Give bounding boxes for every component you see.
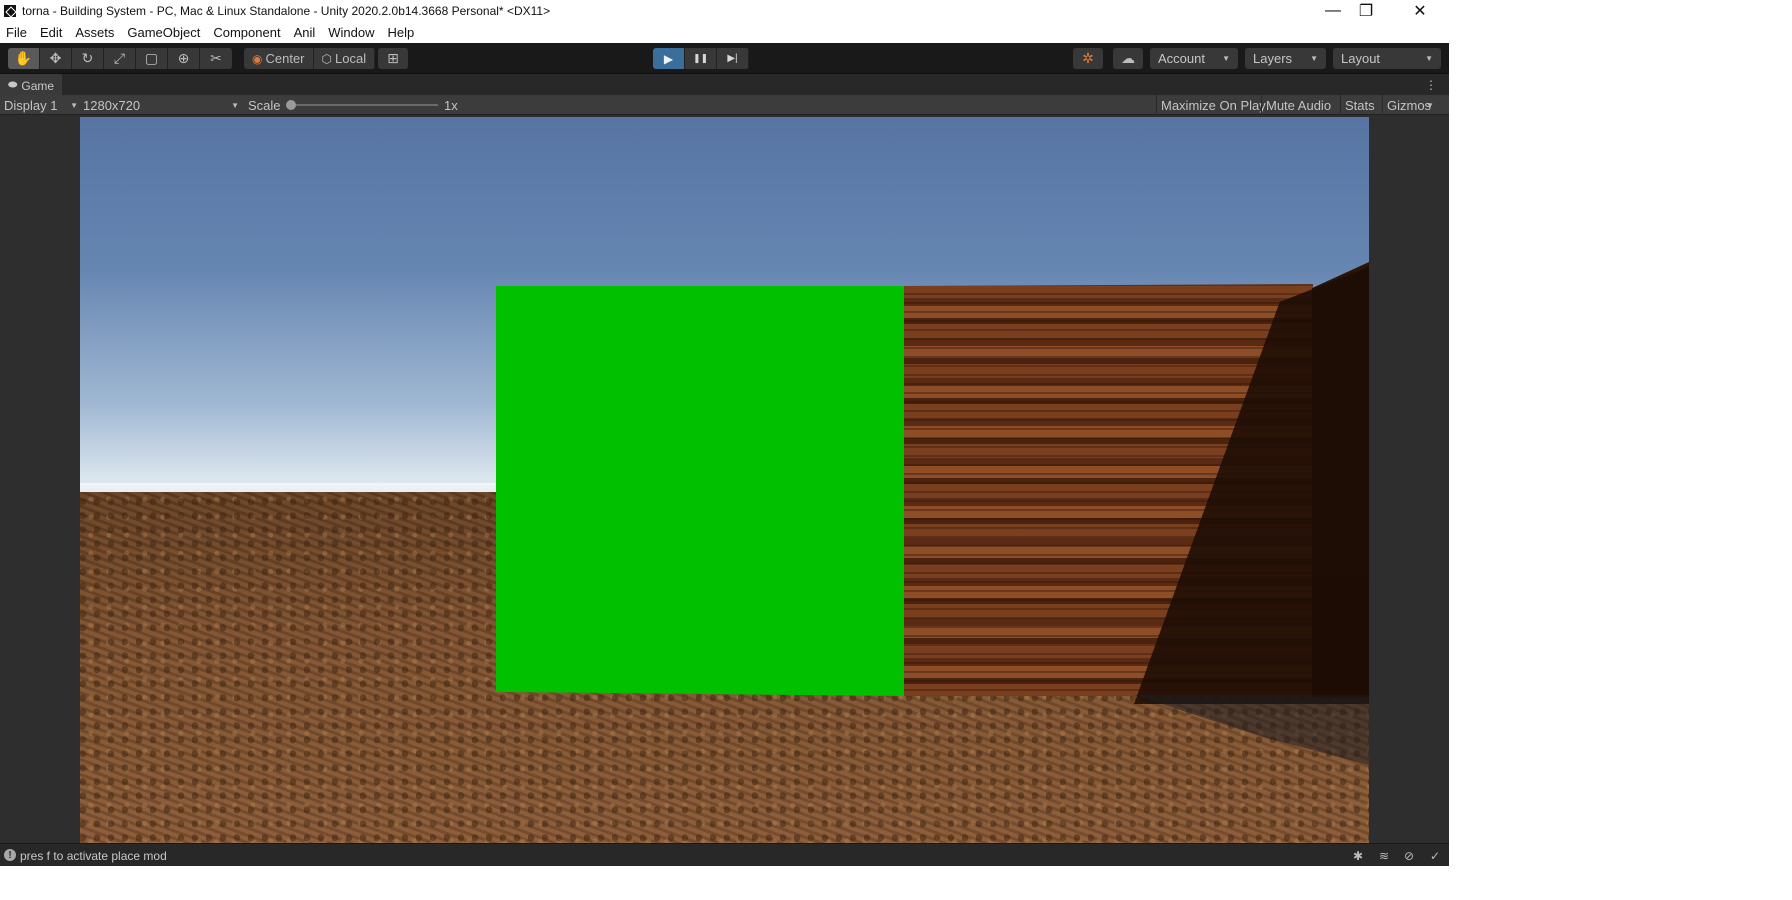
playmode-controls: ▶ ❚❚ ▶| (653, 48, 749, 69)
chevron-down-icon: ▼ (1222, 54, 1230, 63)
step-button[interactable]: ▶| (717, 48, 749, 69)
menu-gameobject[interactable]: GameObject (127, 25, 200, 40)
bug-icon[interactable]: ✱ (1350, 848, 1366, 864)
pause-button[interactable]: ❚❚ (685, 48, 717, 69)
move-tool-button[interactable]: ✥ (40, 48, 72, 69)
menu-assets[interactable]: Assets (75, 25, 114, 40)
grid-icon: ⊞ (387, 50, 399, 66)
game-view-toolbar: Display 1 ▼ 1280x720 ▼ Scale 1x Maximize… (0, 95, 1449, 115)
placement-preview-block (496, 286, 904, 696)
hand-tool-button[interactable]: ✋ (8, 48, 40, 69)
unity-editor-window: torna - Building System - PC, Mac & Linu… (0, 0, 1449, 866)
layout-label: Layout (1341, 51, 1381, 66)
scale-value: 1x (444, 97, 458, 113)
scale-tool-icon: ⤢ (113, 50, 126, 66)
step-icon: ▶| (727, 53, 738, 64)
tab-game[interactable]: ⬬ Game (0, 74, 63, 95)
kebab-menu-icon[interactable]: ⋮ (1425, 74, 1437, 95)
transform-tools: ✋ ✥ ↻ ⤢ ▢ ⊕ ✂ (8, 48, 232, 69)
custom-tool-icon: ✂ (210, 50, 222, 66)
scale-label: Scale (248, 97, 281, 113)
layers-label: Layers (1253, 51, 1293, 66)
cloud-icon: ☁ (1121, 50, 1135, 66)
chevron-down-icon[interactable]: ▼ (1426, 95, 1434, 115)
collab-icon: ✲ (1082, 50, 1094, 66)
pivot-icon: ◉ (252, 51, 263, 66)
hand-tool-icon: ✋ (14, 50, 33, 66)
layers-dropdown[interactable]: Layers ▼ (1245, 48, 1326, 69)
scale-tool-button[interactable]: ⤢ (104, 48, 136, 69)
rotate-tool-button[interactable]: ↻ (72, 48, 104, 69)
space-label: Local (335, 51, 367, 66)
rotate-tool-icon: ↻ (81, 50, 94, 66)
play-icon: ▶ (663, 51, 674, 66)
chevron-down-icon: ▼ (70, 100, 78, 110)
chevron-down-icon: ▼ (1425, 54, 1433, 63)
title-bar: torna - Building System - PC, Mac & Linu… (0, 0, 1441, 22)
resolution-label: 1280x720 (83, 97, 141, 113)
network-icon[interactable]: ⊘ (1401, 848, 1417, 864)
rect-tool-icon: ▢ (144, 50, 159, 66)
chevron-down-icon: ▼ (231, 100, 239, 110)
pivot-local-button[interactable]: ⬡ Local (314, 48, 376, 69)
menu-file[interactable]: File (6, 25, 27, 40)
menu-window[interactable]: Window (328, 25, 374, 40)
transform-tool-button[interactable]: ⊕ (168, 48, 200, 69)
custom-tool-button[interactable]: ✂ (200, 48, 232, 69)
collab-button[interactable]: ✲ (1073, 48, 1103, 69)
check-icon[interactable]: ✓ (1427, 848, 1443, 864)
unity-logo-icon (4, 5, 16, 17)
restore-button[interactable]: ❐ (1350, 0, 1382, 22)
cloud-button[interactable]: ☁ (1113, 48, 1143, 69)
main-toolbar: ✋ ✥ ↻ ⤢ ▢ ⊕ ✂ ◉ Center ⬡ Local ⊞ ▶ ❚❚ ▶| (0, 43, 1449, 74)
menu-component[interactable]: Component (213, 25, 280, 40)
grid-snap-button[interactable]: ⊞ (378, 48, 408, 69)
menu-anil[interactable]: Anil (294, 25, 316, 40)
menu-edit[interactable]: Edit (40, 25, 62, 40)
cube-icon: ⬡ (321, 51, 332, 66)
maximize-on-play-toggle[interactable]: Maximize On Play (1156, 95, 1270, 115)
close-button[interactable]: ✕ (1404, 0, 1436, 22)
rect-tool-button[interactable]: ▢ (136, 48, 168, 69)
scale-slider-handle[interactable] (286, 100, 296, 110)
gamepad-icon: ⬬ (8, 79, 18, 91)
play-button[interactable]: ▶ (653, 48, 685, 69)
pivot-center-button[interactable]: ◉ Center (244, 48, 314, 69)
pivot-toggles: ◉ Center ⬡ Local (244, 48, 376, 69)
account-label: Account (1158, 51, 1205, 66)
info-icon: ! (4, 849, 16, 861)
scale-slider-track[interactable] (288, 104, 438, 106)
move-tool-icon: ✥ (49, 50, 62, 66)
pivot-label: Center (265, 51, 305, 66)
stack-icon[interactable]: ≋ (1376, 848, 1392, 864)
window-title: torna - Building System - PC, Mac & Linu… (22, 4, 551, 18)
account-dropdown[interactable]: Account ▼ (1150, 48, 1238, 69)
chevron-down-icon: ▼ (1310, 54, 1318, 63)
resolution-dropdown[interactable]: 1280x720 ▼ (83, 95, 239, 115)
menu-help[interactable]: Help (388, 25, 415, 40)
pause-icon: ❚❚ (692, 53, 709, 63)
status-bar: ! pres f to activate place mod ✱ ≋ ⊘ ✓ (0, 843, 1449, 866)
game-tab-bar: ⬬ Game ⋮ (0, 74, 1449, 95)
display-label: Display 1 (4, 97, 58, 113)
display-dropdown[interactable]: Display 1 ▼ (4, 95, 78, 115)
game-view-panel (0, 115, 1449, 843)
tab-game-label: Game (21, 78, 55, 93)
stats-toggle[interactable]: Stats (1340, 95, 1379, 115)
game-viewport[interactable] (80, 117, 1369, 843)
transform-tool-icon: ⊕ (177, 50, 190, 66)
console-message[interactable]: pres f to activate place mod (20, 844, 167, 867)
menu-bar: File Edit Assets GameObject Component An… (0, 22, 1441, 43)
minimize-button[interactable]: — (1317, 0, 1349, 22)
layout-dropdown[interactable]: Layout ▼ (1333, 48, 1441, 69)
mute-audio-toggle[interactable]: Mute Audio (1261, 95, 1335, 115)
